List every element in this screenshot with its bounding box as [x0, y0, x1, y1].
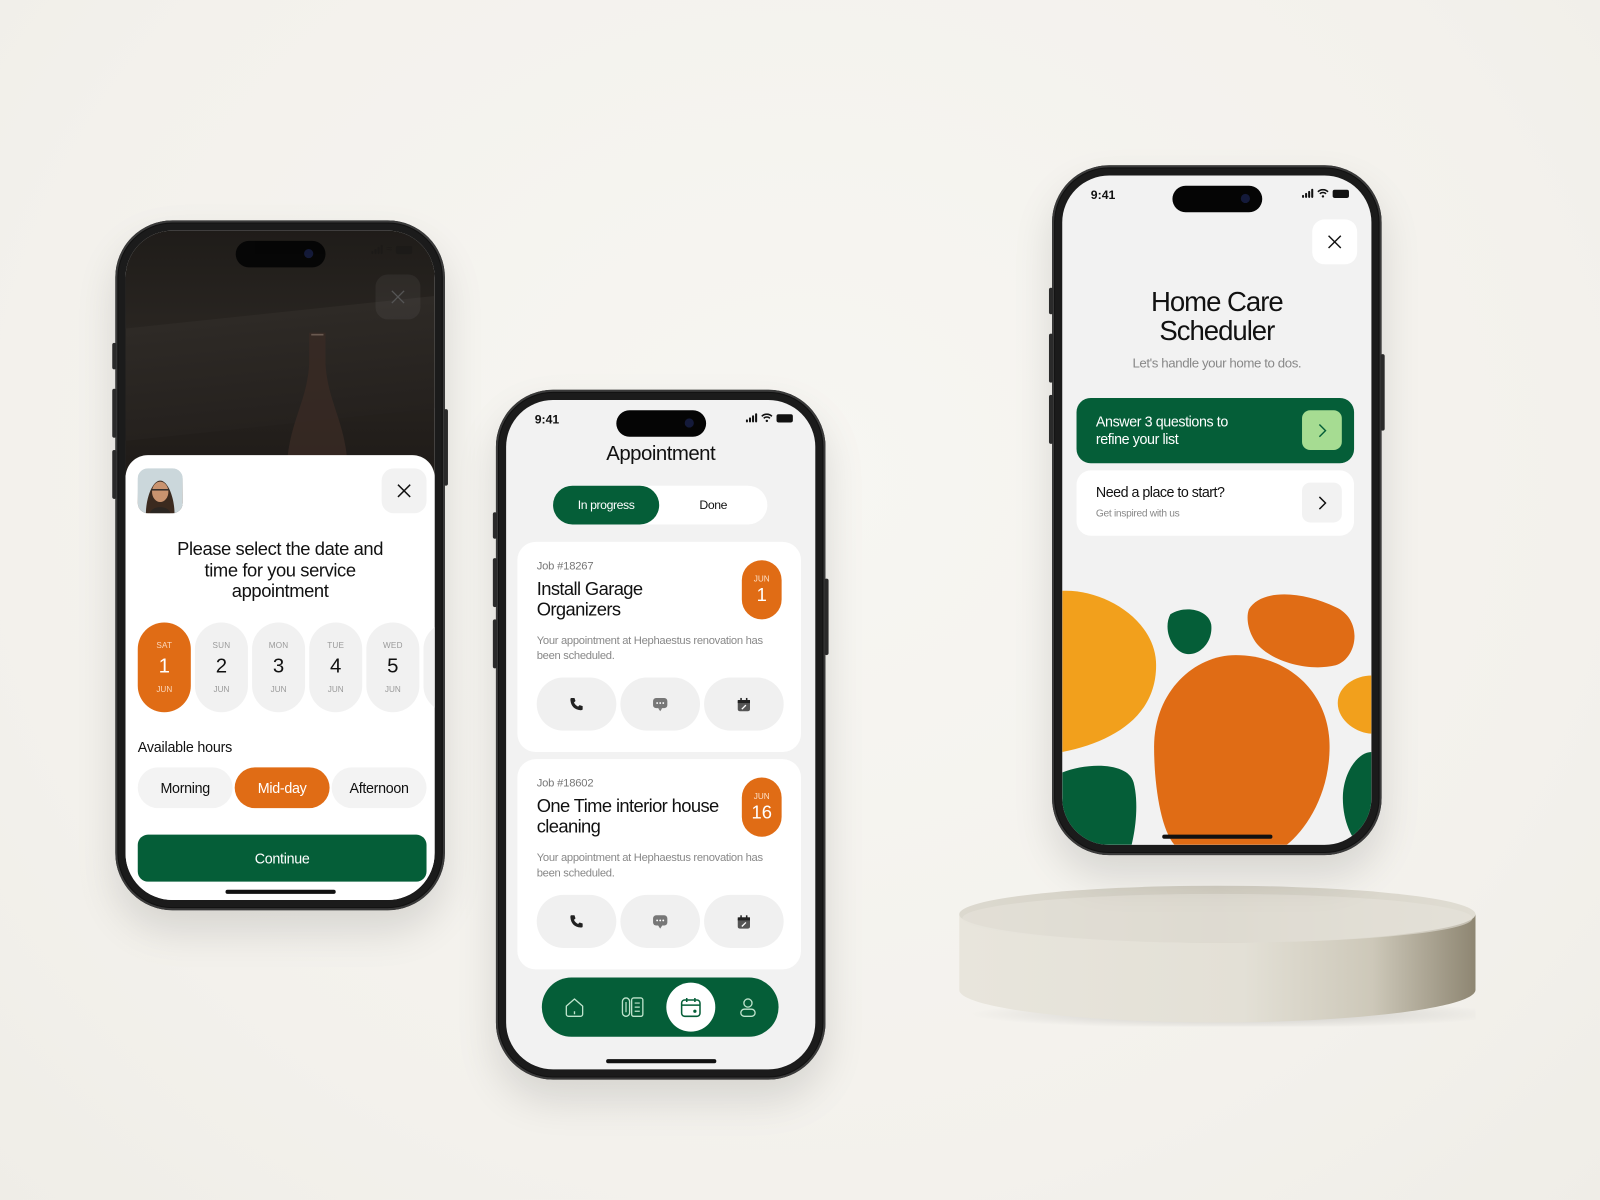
reschedule-button[interactable] [704, 677, 784, 731]
job-description: Your appointment at Hephaestus renovatio… [536, 634, 763, 663]
close-icon [397, 484, 411, 498]
phone-icon [570, 697, 583, 711]
tab-in-progress[interactable]: In progress [553, 485, 660, 525]
message-button[interactable] [620, 894, 700, 948]
inspiration-title: Need a place to start? [1095, 483, 1225, 500]
chat-icon [653, 697, 668, 711]
app-subtitle: Let's handle your home to dos. [1132, 355, 1302, 371]
date-option[interactable]: SAT 1 JUN [137, 622, 191, 713]
close-icon [1328, 235, 1342, 249]
calendar-edit-icon [737, 697, 750, 711]
continue-button[interactable]: Continue [137, 834, 427, 882]
profile-icon [740, 998, 756, 1017]
phone-home: 9:41 Home Care Scheduler Let's handle yo… [1048, 165, 1385, 856]
page-title: Appointment [606, 442, 716, 466]
hour-option-morning[interactable]: Morning [137, 767, 233, 809]
status-time: 9:41 [534, 412, 560, 427]
dimmed-close-button [375, 274, 421, 320]
job-id: Job #18602 [536, 777, 594, 790]
job-card[interactable]: Job #18267 Install Garage Organizers JUN… [517, 541, 802, 753]
hour-option-afternoon[interactable]: Afternoon [331, 767, 427, 809]
status-icons [745, 413, 793, 423]
questions-card[interactable]: Answer 3 questions to refine your list [1076, 397, 1355, 464]
green-blob-right [1342, 752, 1372, 845]
status-time: 9:41 [1090, 187, 1116, 203]
phone-icon [570, 915, 583, 928]
close-icon [391, 290, 405, 304]
battery-icon [776, 413, 793, 422]
home-icon [565, 998, 584, 1017]
green-blob-bottom [1062, 765, 1137, 845]
battery-icon [1332, 189, 1349, 198]
catalog-icon [621, 997, 644, 1017]
close-button[interactable] [381, 468, 427, 514]
available-hours-label: Available hours [137, 738, 233, 756]
date-badge: JUN 16 [741, 777, 782, 837]
calendar-icon [680, 997, 701, 1018]
date-badge: JUN 1 [741, 560, 782, 620]
hours-selector: Morning Mid-day Afternoon [137, 767, 427, 809]
mockup-stage: ≈ Please select the date and time for yo… [0, 0, 1600, 1200]
home-screen: 9:41 Home Care Scheduler Let's handle yo… [1062, 175, 1372, 845]
wifi-icon [761, 413, 773, 423]
call-button[interactable] [536, 677, 617, 731]
wifi-icon [1317, 188, 1329, 198]
close-button[interactable] [1312, 219, 1358, 265]
vase-image [286, 332, 348, 476]
chevron-right-icon [1318, 423, 1326, 437]
date-option[interactable]: T 6 J [423, 622, 435, 713]
job-card[interactable]: Job #18602 One Time interior house clean… [517, 759, 802, 970]
date-option[interactable]: TUE 4 JUN [309, 622, 363, 713]
questions-card-label: Answer 3 questions to refine your list [1095, 413, 1228, 447]
job-id: Job #18267 [536, 560, 594, 573]
date-time-sheet: Please select the date and time for you … [125, 455, 435, 900]
sheet-title: Please select the date and time for you … [177, 538, 384, 602]
reschedule-button[interactable] [704, 894, 784, 948]
nav-profile[interactable] [723, 983, 772, 1032]
status-icons [1302, 188, 1349, 198]
bottom-nav [541, 977, 779, 1037]
appointment-screen: 9:41 Appointment In progress Done Job #1… [506, 399, 816, 1070]
hour-option-midday[interactable]: Mid-day [234, 767, 330, 809]
date-picker: SAT 1 JUN SUN 2 JUN MON 3 JUN TUE 4 JUN … [137, 622, 435, 713]
yellow-blob-right [1337, 675, 1372, 734]
home-indicator [1161, 834, 1272, 839]
date-option[interactable]: MON 3 JUN [252, 622, 306, 713]
chevron-right-icon [1318, 495, 1326, 510]
status-icons: ≈ [370, 244, 413, 255]
call-button[interactable] [536, 894, 617, 948]
home-indicator [605, 1059, 716, 1064]
job-title: One Time interior house cleaning [536, 795, 720, 837]
date-option[interactable]: WED 5 JUN [366, 622, 420, 713]
orange-blob-large [1154, 655, 1330, 845]
inspiration-subtitle: Get inspired with us [1095, 508, 1180, 520]
phone-appointment: 9:41 Appointment In progress Done Job #1… [492, 389, 829, 1080]
job-title: Install Garage Organizers [536, 578, 643, 619]
nav-calendar[interactable] [666, 982, 716, 1032]
phone-scheduler: ≈ Please select the date and time for yo… [112, 220, 448, 911]
green-blob-small [1167, 609, 1212, 655]
inspiration-arrow-button[interactable] [1302, 482, 1342, 523]
yellow-blob [1062, 590, 1157, 753]
status-tabs: In progress Done [553, 485, 768, 525]
avatar [137, 468, 183, 514]
app-title: Home Care Scheduler [1150, 286, 1284, 346]
date-option[interactable]: SUN 2 JUN [194, 622, 248, 713]
scheduler-screen: ≈ Please select the date and time for yo… [125, 230, 435, 900]
inspiration-card[interactable]: Need a place to start? Get inspired with… [1076, 470, 1355, 536]
message-button[interactable] [620, 677, 700, 731]
nav-home[interactable] [550, 983, 599, 1032]
display-podium [959, 885, 1476, 1027]
orange-blob-top [1247, 594, 1355, 668]
questions-arrow-button[interactable] [1302, 410, 1342, 450]
job-description: Your appointment at Hephaestus renovatio… [536, 852, 763, 880]
tab-done[interactable]: Done [659, 486, 767, 525]
home-indicator [224, 889, 336, 894]
calendar-edit-icon [737, 914, 750, 929]
chat-icon [653, 914, 668, 929]
nav-catalog[interactable] [608, 983, 657, 1032]
decorative-blobs [1062, 590, 1372, 845]
